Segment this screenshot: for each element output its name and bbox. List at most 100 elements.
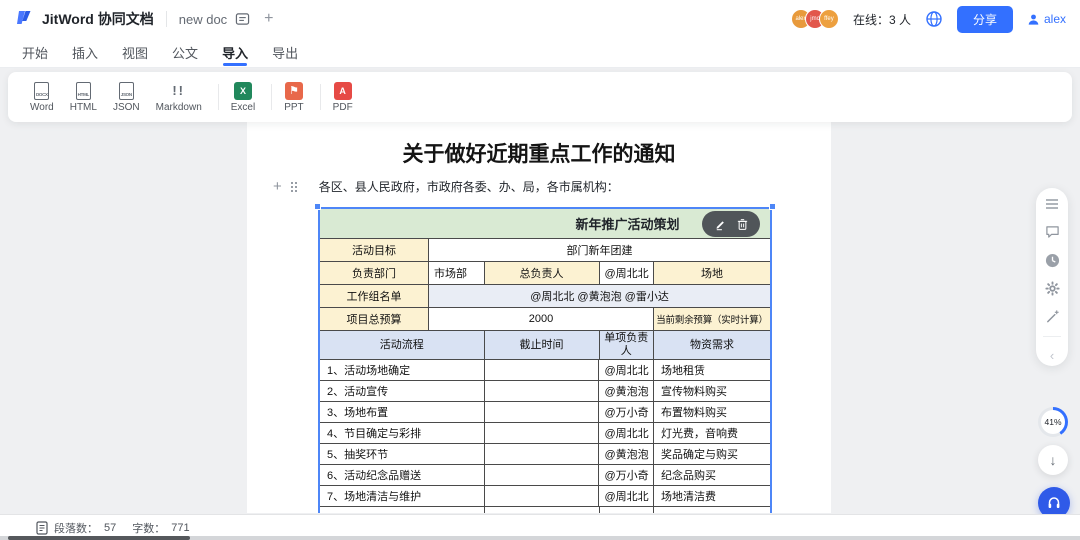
cell-flow-material[interactable]: 纪念品购买: [654, 465, 770, 485]
doc-list-icon[interactable]: [235, 12, 250, 26]
cell-goal-label[interactable]: 活动目标: [320, 239, 429, 261]
cell-flow-deadline[interactable]: [485, 381, 600, 401]
doc-tab[interactable]: new doc: [179, 12, 250, 27]
delete-table-icon[interactable]: [736, 218, 749, 231]
cell-venue-label[interactable]: 场地: [654, 262, 770, 284]
cell-goal-value[interactable]: 部门新年团建: [429, 239, 770, 261]
import-word-button[interactable]: DOCX Word: [30, 82, 54, 113]
share-button[interactable]: 分享: [957, 6, 1013, 33]
cell-flow-name[interactable]: 3、场地布置: [320, 402, 485, 422]
tab-import[interactable]: 导入: [210, 38, 260, 68]
scroll-down-button[interactable]: ↓: [1038, 445, 1068, 475]
collapse-chevron-icon[interactable]: ‹: [1050, 349, 1054, 362]
cell-dept-value[interactable]: 市场部: [429, 262, 485, 284]
cell-flow-name[interactable]: 5、抽奖环节: [320, 444, 485, 464]
zoom-level-indicator[interactable]: 41%: [1038, 407, 1068, 437]
cell-empty[interactable]: [320, 507, 485, 513]
cell-flow-material[interactable]: 奖品确定与购买: [654, 444, 770, 464]
comment-icon[interactable]: [1044, 224, 1060, 240]
cell-flow-owner[interactable]: @黄泡泡: [599, 381, 654, 401]
cell-lead-label[interactable]: 总负责人: [485, 262, 600, 284]
cell-flow-name[interactable]: 7、场地清洁与维护: [320, 486, 485, 506]
avatar[interactable]: ffey: [819, 9, 839, 29]
tab-official-doc[interactable]: 公文: [160, 38, 210, 68]
edit-table-icon[interactable]: [714, 218, 727, 231]
cell-flow-header[interactable]: 截止时间: [485, 331, 600, 359]
tab-export[interactable]: 导出: [260, 38, 310, 68]
new-doc-button[interactable]: +: [264, 11, 273, 27]
cell-flow-material[interactable]: 宣传物料购买: [654, 381, 770, 401]
current-user[interactable]: alex: [1027, 12, 1066, 26]
cell-flow-owner[interactable]: @周北北: [599, 360, 654, 380]
selection-handle[interactable]: [314, 203, 321, 210]
online-avatars: alex jmc ffey: [791, 9, 839, 29]
cell-flow-header[interactable]: 单项负责人: [600, 331, 655, 359]
import-markdown-button[interactable]: !! Markdown: [156, 82, 202, 113]
import-pdf-button[interactable]: A PDF: [333, 82, 353, 113]
cell-flow-owner[interactable]: @万小奇: [599, 465, 654, 485]
table-row: 6、活动纪念品赠送 @万小奇 纪念品购买: [320, 465, 770, 486]
cell-flow-material[interactable]: 场地租赁: [654, 360, 770, 380]
import-html-button[interactable]: HTML HTML: [70, 82, 97, 113]
document-title[interactable]: 关于做好近期重点工作的通知: [247, 138, 831, 168]
import-json-button[interactable]: JSON JSON: [113, 82, 140, 113]
cell-remain-label[interactable]: 当前剩余预算（实时计算）: [654, 308, 770, 330]
selection-handle[interactable]: [769, 203, 776, 210]
tab-view[interactable]: 视图: [110, 38, 160, 68]
cell-flow-material[interactable]: 布置物料购买: [654, 402, 770, 422]
cell-flow-material[interactable]: 灯光费，音响费: [654, 423, 770, 443]
cell-flow-header[interactable]: 活动流程: [320, 331, 485, 359]
cell-budget-value[interactable]: 2000: [429, 308, 654, 330]
cell-flow-deadline[interactable]: [485, 360, 600, 380]
cell-flow-name[interactable]: 6、活动纪念品赠送: [320, 465, 485, 485]
cell-flow-deadline[interactable]: [485, 444, 600, 464]
cell-flow-owner[interactable]: @黄泡泡: [599, 444, 654, 464]
cell-group-value[interactable]: @周北北 @黄泡泡 @雷小达: [429, 285, 770, 307]
settings-gear-icon[interactable]: [1044, 280, 1060, 296]
word-count-label: 字数：: [132, 520, 165, 536]
cell-flow-name[interactable]: 4、节目确定与彩排: [320, 423, 485, 443]
drag-handle-icon[interactable]: [290, 181, 297, 192]
cell-budget-label[interactable]: 项目总预算: [320, 308, 429, 330]
cell-lead-value[interactable]: @周北北: [600, 262, 655, 284]
user-name-label: alex: [1044, 12, 1066, 26]
tab-insert[interactable]: 插入: [60, 38, 110, 68]
cell-empty[interactable]: [600, 507, 655, 513]
cell-flow-deadline[interactable]: [485, 423, 600, 443]
horizontal-scrollbar-thumb[interactable]: [8, 536, 190, 540]
add-block-icon[interactable]: +: [273, 179, 282, 194]
cell-flow-deadline[interactable]: [485, 465, 600, 485]
paragraph-text[interactable]: 各区、县人民政府，市政府各委、办、局，各市属机构：: [319, 178, 619, 195]
import-ppt-button[interactable]: ⚑ PPT: [284, 82, 303, 113]
cell-flow-owner[interactable]: @周北北: [599, 423, 654, 443]
cell-flow-material[interactable]: 场地清洁费: [654, 486, 770, 506]
tab-start[interactable]: 开始: [10, 38, 60, 68]
cell-flow-deadline[interactable]: [485, 402, 600, 422]
word-count-icon[interactable]: [36, 521, 48, 535]
cell-flow-owner[interactable]: @周北北: [599, 486, 654, 506]
cell-flow-name[interactable]: 1、活动场地确定: [320, 360, 485, 380]
app-header: JitWord 协同文档 new doc + alex jmc ffey 在线：…: [0, 0, 1080, 38]
table-row: 工作组名单 @周北北 @黄泡泡 @雷小达: [320, 285, 770, 308]
document-page[interactable]: 关于做好近期重点工作的通知 + 各区、县人民政府，市政府各委、办、局，各市属机构…: [247, 122, 831, 513]
table-row: 活动目标 部门新年团建: [320, 239, 770, 262]
ppt-icon: ⚑: [285, 82, 303, 100]
import-excel-button[interactable]: X Excel: [231, 82, 255, 113]
cell-empty[interactable]: [485, 507, 600, 513]
cell-flow-owner[interactable]: @万小奇: [599, 402, 654, 422]
history-clock-icon[interactable]: [1044, 252, 1060, 268]
import-toolbar: DOCX Word HTML HTML JSON JSON !! Markdow…: [8, 72, 1072, 122]
activity-table[interactable]: 新年推广活动策划 活动目标 部门新年团建 负责部门 市场部 总负责人 @周北北 …: [318, 207, 772, 513]
cell-flow-name[interactable]: 2、活动宣传: [320, 381, 485, 401]
magic-wand-icon[interactable]: [1044, 308, 1060, 324]
outline-list-icon[interactable]: [1044, 196, 1060, 212]
app-logo-icon: [14, 9, 34, 29]
cell-dept-label[interactable]: 负责部门: [320, 262, 429, 284]
cell-flow-header[interactable]: 物资需求: [654, 331, 770, 359]
markdown-icon: !!: [169, 82, 189, 100]
language-globe-icon[interactable]: [925, 10, 943, 28]
cell-group-label[interactable]: 工作组名单: [320, 285, 429, 307]
cell-empty[interactable]: [654, 507, 770, 513]
cell-flow-deadline[interactable]: [485, 486, 600, 506]
online-count-label: 在线：3 人: [853, 11, 911, 28]
